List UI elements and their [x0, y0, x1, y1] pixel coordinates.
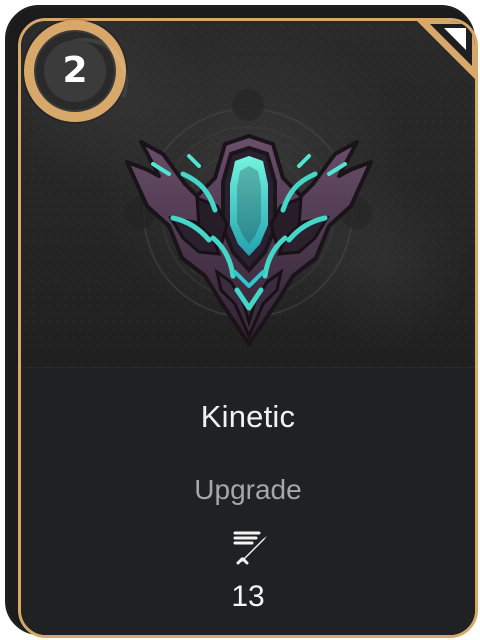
sword-icon: [233, 531, 267, 565]
level-badge: 2: [24, 20, 141, 137]
guild-crest-icon: [125, 134, 373, 346]
card-title: Kinetic: [200, 399, 296, 434]
stat-value: 13: [231, 580, 265, 613]
upgrade-card[interactable]: Kinetic Upgrade 13 2: [5, 5, 478, 638]
corner-tab-icon[interactable]: [417, 21, 475, 79]
level-badge-inner: 2: [29, 25, 141, 137]
card-type: Upgrade: [194, 474, 302, 505]
level-value: 2: [44, 40, 106, 102]
